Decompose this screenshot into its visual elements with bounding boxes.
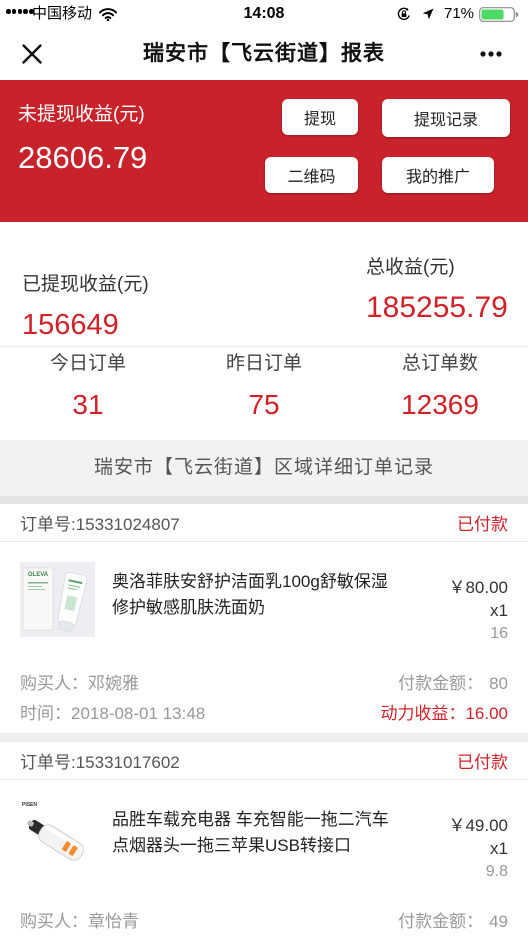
buyer-name: 邓婉雅 [88,674,139,693]
stat-value: 75 [248,389,280,420]
order-card: 订单号:15331024807 已付款 OLEVA 奥洛菲肤安舒护洁面乳100g… [0,504,528,733]
product-quantity: x1 [490,839,508,858]
order-stats: 今日订单 31 昨日订单 75 总订单数 12369 [0,347,528,440]
stat-value: 31 [72,389,104,420]
stat-yesterday-orders: 昨日订单 75 [176,347,352,440]
buyer-name: 章怡青 [88,912,139,931]
amount-value: 80 [489,674,508,693]
divider [0,733,528,742]
total-label: 总收益(元) [366,257,455,278]
amount-label: 付款金额： [398,912,484,931]
order-card: 订单号:15331017602 已付款 PISEN 品胜车载充电器 车充智能一拖… [0,742,528,937]
divider [0,496,528,504]
earnings-value: 16.00 [465,704,508,723]
stat-total-orders: 总订单数 12369 [352,347,528,440]
buyer-row: 购买人：邓婉雅 付款金额： 80 [0,669,528,699]
amount-info: 付款金额： 49 [398,907,508,937]
stat-label: 今日订单 [49,353,126,374]
order-header: 订单号:15331024807 已付款 [0,504,528,542]
time-label: 时间： [20,704,71,723]
stat-today-orders: 今日订单 31 [0,347,176,440]
earnings-label: 动力收益： [380,704,466,723]
product-commission: 9.8 [485,863,508,880]
time-value: 2018-08-01 13:48 [71,704,206,723]
order-status-badge: 已付款 [457,753,508,772]
nav-bar: 瑞安市【飞云街道】报表 [0,28,528,80]
page-title: 瑞安市【飞云街道】报表 [143,42,385,65]
my-promotion-button[interactable]: 我的推广 [382,157,494,193]
product-commission: 16 [490,625,508,642]
more-icon[interactable] [480,51,502,57]
buyer-row: 购买人：章怡青 付款金额： 49 [0,907,528,937]
total-value: 185255.79 [366,291,508,324]
battery-percent: 71% [444,5,475,22]
product-row[interactable]: OLEVA 奥洛菲肤安舒护洁面乳100g舒敏保湿修护敏感肌肤洗面奶 ￥80.00… [0,542,528,669]
buyer-info: 购买人：章怡青 [20,907,139,937]
product-image: OLEVA [20,562,95,637]
stat-value: 12369 [401,389,479,420]
unwithdrawn-value: 28606.79 [18,140,148,175]
product-price: ￥80.00 [448,578,508,597]
order-number: 订单号:15331017602 [20,753,180,772]
location-icon [422,8,434,20]
withdrawn-label: 已提现收益(元) [22,274,149,295]
qr-code-button[interactable]: 二维码 [265,157,358,193]
earnings-header: 未提现收益(元) 28606.79 提现 提现记录 二维码 我的推广 [0,80,528,222]
buyer-label: 购买人： [20,674,88,693]
withdrawn-value: 156649 [22,309,119,341]
amount-info: 付款金额： 80 [398,669,508,699]
product-name: 奥洛菲肤安舒护洁面乳100g舒敏保湿修护敏感肌肤洗面奶 [112,572,388,617]
stat-label: 总订单数 [401,353,478,374]
product-brand-mark: PISEN [22,802,37,808]
product-price-block: ￥49.00 x1 9.8 [394,800,508,880]
buyer-info: 购买人：邓婉雅 [20,669,139,699]
section-title: 瑞安市【飞云街道】区域详细订单记录 [0,440,528,496]
time-row: 时间：2018-08-01 13:48 动力收益：16.00 [0,699,528,729]
battery-icon [479,7,519,22]
withdraw-records-button[interactable]: 提现记录 [382,99,510,137]
product-price: ￥49.00 [448,816,508,835]
order-number: 订单号:15331024807 [20,515,180,534]
product-quantity: x1 [490,601,508,620]
amount-label: 付款金额： [398,674,484,693]
product-price-block: ￥80.00 x1 16 [394,562,508,642]
withdraw-button[interactable]: 提现 [282,99,358,135]
product-brand-mark: OLEVA [28,572,49,578]
orientation-lock-icon [397,7,410,20]
product-name: 品胜车载充电器 车充智能一拖二汽车点烟器头一拖三苹果USB转接口 [112,810,389,855]
product-row[interactable]: PISEN 品胜车载充电器 车充智能一拖二汽车点烟器头一拖三苹果USB转接口 ￥… [0,780,528,907]
earnings-summary: 已提现收益(元) 156649 总收益(元) 185255.79 [0,222,528,347]
time-info: 时间：2018-08-01 13:48 [20,699,205,729]
status-bar: 中国移动 14:08 71% [0,0,528,28]
earnings-info: 动力收益：16.00 [380,699,508,729]
stat-label: 昨日订单 [225,353,302,374]
buyer-label: 购买人： [20,912,88,931]
product-image: PISEN [20,800,95,875]
amount-value: 49 [489,912,508,931]
order-header: 订单号:15331017602 已付款 [0,742,528,780]
order-status-badge: 已付款 [457,515,508,534]
unwithdrawn-label: 未提现收益(元) [18,104,145,125]
